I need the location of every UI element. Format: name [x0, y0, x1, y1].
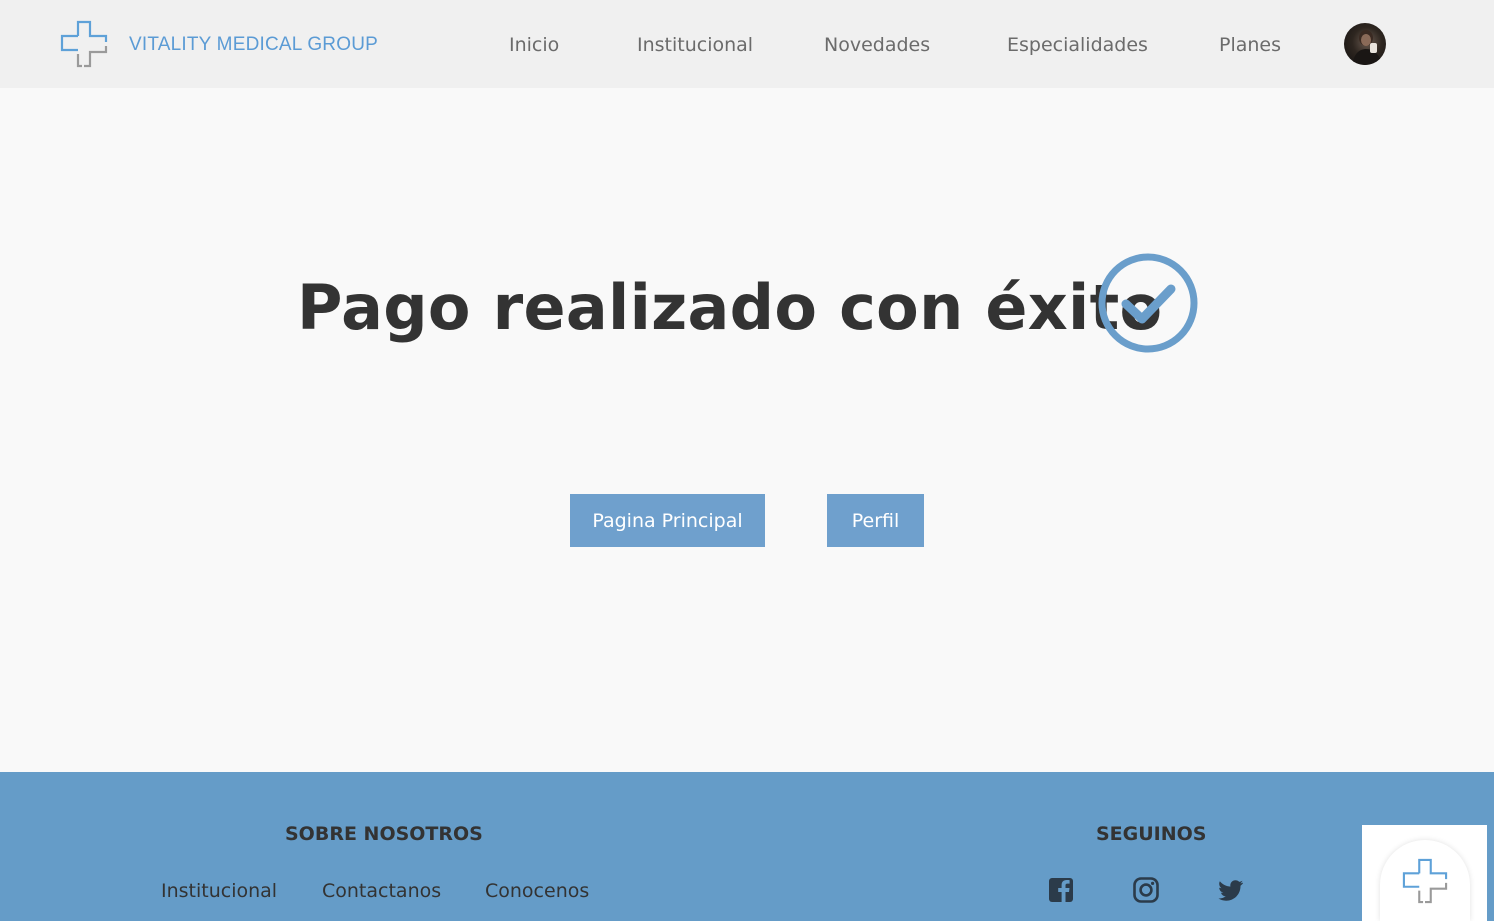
nav-inicio[interactable]: Inicio	[509, 32, 559, 58]
footer-link-contactanos[interactable]: Contactanos	[322, 878, 441, 904]
payment-success-title: Pago realizado con éxito	[297, 271, 1163, 344]
chat-widget-button[interactable]	[1380, 840, 1470, 921]
nav-novedades[interactable]: Novedades	[824, 32, 930, 58]
footer-social-heading: SEGUINOS	[1096, 823, 1207, 845]
top-navbar: VITALITY MEDICAL GROUP Inicio Institucio…	[0, 0, 1494, 88]
footer-link-institucional[interactable]: Institucional	[161, 878, 277, 904]
medical-cross-widget-icon	[1402, 858, 1448, 904]
nav-planes[interactable]: Planes	[1219, 32, 1281, 58]
instagram-icon[interactable]	[1132, 876, 1160, 904]
medical-cross-logo-icon[interactable]	[60, 20, 108, 68]
nav-institucional[interactable]: Institucional	[637, 32, 753, 58]
twitter-icon[interactable]	[1217, 876, 1245, 904]
brand-name[interactable]: VITALITY MEDICAL GROUP	[129, 32, 378, 58]
user-avatar[interactable]	[1344, 23, 1386, 65]
footer-about-heading: SOBRE NOSOTROS	[285, 823, 483, 845]
check-circle-icon	[1097, 252, 1199, 354]
profile-button[interactable]: Perfil	[827, 494, 924, 547]
facebook-icon[interactable]	[1047, 876, 1075, 904]
nav-especialidades[interactable]: Especialidades	[1007, 32, 1148, 58]
home-page-button[interactable]: Pagina Principal	[570, 494, 765, 547]
footer-link-conocenos[interactable]: Conocenos	[485, 878, 589, 904]
